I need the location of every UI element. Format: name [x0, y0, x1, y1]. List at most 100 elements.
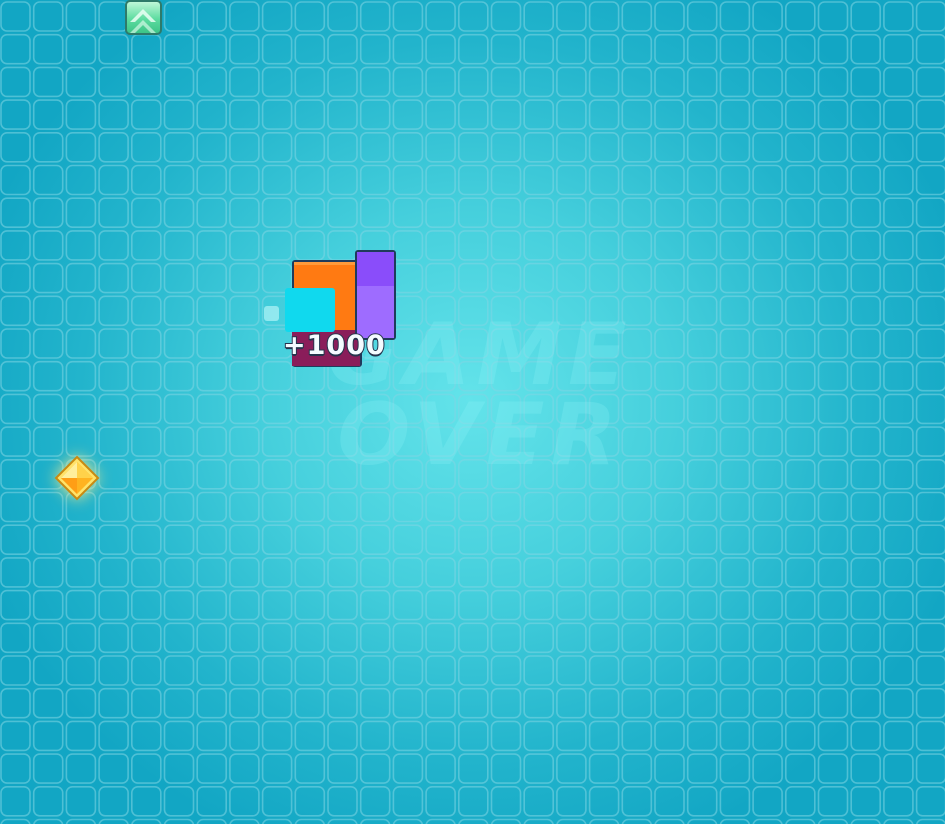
grid-cell	[229, 132, 260, 163]
grid-cell	[719, 66, 751, 98]
grid-cell	[883, 132, 914, 163]
grid-cell	[392, 589, 424, 621]
grid-cell	[359, 622, 391, 654]
grid-cell	[523, 720, 555, 752]
grid-cell	[523, 753, 555, 784]
grid-cell	[817, 132, 849, 163]
grid-cell	[588, 655, 620, 686]
grid-cell	[425, 393, 456, 425]
grid-cell	[98, 132, 129, 163]
grid-cell	[490, 589, 522, 621]
grid-cell	[163, 785, 195, 817]
grid-cell	[261, 99, 293, 130]
grid-cell	[229, 426, 260, 457]
grid-cell	[392, 785, 424, 817]
grid-cell	[654, 589, 685, 621]
grid-cell	[359, 720, 391, 752]
grid-cell	[490, 491, 522, 523]
grid-cell	[196, 295, 227, 327]
grid-cell	[654, 687, 685, 719]
grid-cell	[621, 589, 653, 621]
grid-cell	[883, 33, 914, 65]
grid-cell	[752, 99, 783, 130]
grid-cell	[229, 66, 260, 98]
grid-cell	[163, 230, 195, 261]
grid-cell	[392, 557, 424, 588]
grid-cell	[131, 557, 162, 588]
grid-cell	[719, 164, 751, 196]
grid-cell	[425, 458, 456, 490]
grid-cell	[523, 622, 555, 654]
grid-cell	[719, 818, 751, 824]
grid-cell	[915, 753, 945, 784]
grid-cell	[196, 589, 227, 621]
grid-cell	[425, 589, 456, 621]
grid-cell	[425, 524, 456, 556]
grid-cell	[0, 589, 31, 621]
grid-cell	[621, 785, 653, 817]
grid-cell	[131, 426, 162, 457]
grid-cell	[261, 524, 293, 556]
grid-cell	[0, 687, 31, 719]
grid-cell	[621, 655, 653, 686]
grid-cell	[883, 491, 914, 523]
grid-cell	[490, 164, 522, 196]
grid-cell	[817, 33, 849, 65]
grid-cell	[523, 132, 555, 163]
grid-cell	[588, 818, 620, 824]
grid-cell	[490, 99, 522, 130]
grid-cell	[523, 589, 555, 621]
grid-cell	[229, 99, 260, 130]
grid-cell	[752, 328, 783, 359]
grid-cell	[163, 524, 195, 556]
grid-cell	[752, 230, 783, 261]
grid-cell	[654, 720, 685, 752]
grid-cell	[457, 426, 489, 457]
grid-cell	[65, 753, 97, 784]
grid-cell	[752, 132, 783, 163]
grid-cell	[556, 458, 587, 490]
grid-cell	[817, 524, 849, 556]
grid-cell	[752, 720, 783, 752]
grid-cell	[719, 1, 751, 32]
grid-cell	[359, 426, 391, 457]
grid-cell	[65, 589, 97, 621]
grid-cell	[654, 491, 685, 523]
grid-cell	[621, 164, 653, 196]
grid-cell	[32, 687, 64, 719]
grid-cell	[752, 557, 783, 588]
grid-cell	[0, 720, 31, 752]
grid-cell	[523, 818, 554, 824]
grid-cell	[392, 66, 424, 98]
grid-cell	[621, 328, 653, 359]
grid-cell	[654, 622, 685, 654]
grid-cell	[523, 33, 555, 65]
grid-cell	[752, 426, 783, 457]
grid-cell	[719, 458, 751, 490]
grid-cell	[261, 393, 293, 425]
grid-cell	[131, 589, 162, 621]
grid-cell	[556, 164, 587, 196]
grid-cell	[457, 655, 489, 686]
grid-cell	[915, 328, 945, 359]
grid-cell	[32, 524, 64, 556]
grid-cell	[588, 589, 620, 621]
grid-cell	[196, 132, 227, 163]
grid-cell	[359, 33, 391, 65]
grid-cell	[915, 295, 945, 327]
grid-cell	[850, 33, 882, 65]
grid-cell	[392, 491, 424, 523]
grid-cell	[588, 99, 620, 130]
grid-cell	[719, 557, 751, 588]
grid-cell	[163, 33, 195, 65]
grid-cell	[327, 164, 358, 196]
grid-cell	[752, 458, 783, 490]
grid-cell	[588, 393, 620, 425]
grid-cell	[98, 818, 129, 824]
grid-cell	[65, 132, 97, 163]
grid-cell	[883, 524, 914, 556]
grid-cell	[131, 328, 162, 359]
grid-cell	[850, 458, 882, 490]
grid-cell	[98, 753, 129, 784]
grid-cell	[850, 753, 882, 784]
